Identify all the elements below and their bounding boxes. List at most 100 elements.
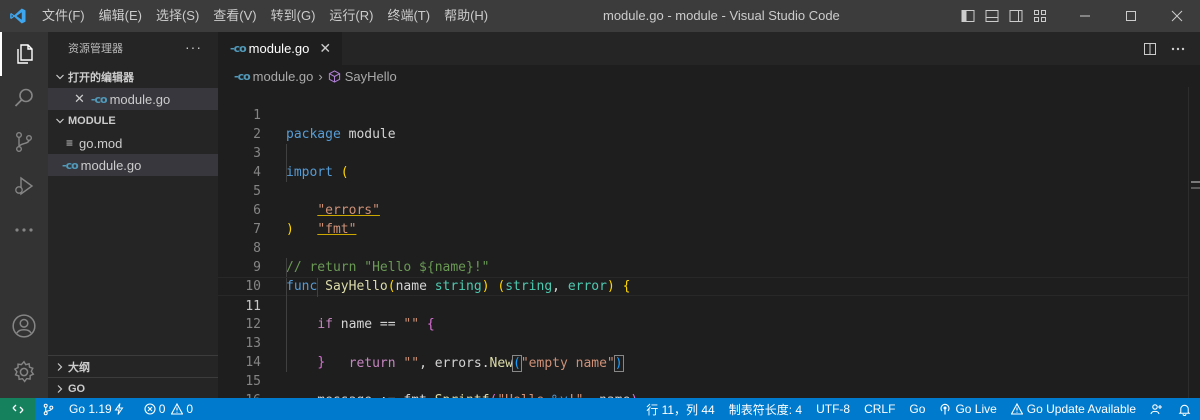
warning-icon: [1010, 403, 1023, 415]
menu-bar: 文件(F) 编辑(E) 选择(S) 查看(V) 转到(G) 运行(R) 终端(T…: [35, 0, 495, 32]
window-title: module.go - module - Visual Studio Code: [603, 8, 840, 23]
toggle-sidebar-icon[interactable]: [956, 0, 980, 32]
code-line: 10 if name == "" {: [218, 258, 1188, 332]
toggle-secondary-sidebar-icon[interactable]: [1004, 0, 1028, 32]
vscode-logo-icon: [0, 0, 35, 32]
editor-tab-bar: -co module.go ✕: [218, 32, 1200, 65]
warning-count: 0: [186, 402, 194, 416]
code-line: 14 message := fmt.Sprintf("Hello %v!", n…: [218, 334, 1188, 398]
open-editor-item[interactable]: ✕ -co module.go: [48, 88, 218, 110]
tab-module-go[interactable]: -co module.go ✕: [218, 32, 342, 65]
warning-icon: [171, 403, 184, 415]
code-line: 4 "errors": [218, 144, 1188, 218]
code-line: 7: [218, 201, 1188, 237]
more-actions-icon[interactable]: ···: [185, 32, 202, 62]
menu-help[interactable]: 帮助(H): [437, 0, 495, 32]
code-line: 12 }: [218, 296, 1188, 370]
git-branch-icon: [42, 403, 55, 416]
language-mode[interactable]: Go: [902, 398, 932, 420]
go-version-item[interactable]: Go 1.19: [62, 398, 131, 420]
chevron-down-icon: [52, 72, 68, 82]
overview-ruler-mark: [1191, 181, 1200, 183]
broadcast-icon: [939, 403, 951, 415]
code-line: 1 package module: [218, 87, 1188, 142]
run-debug-icon[interactable]: [0, 164, 48, 208]
explorer-header: 资源管理器 ···: [48, 32, 218, 64]
outline-section[interactable]: 大纲: [48, 355, 218, 378]
menu-run[interactable]: 运行(R): [322, 0, 380, 32]
title-bar: 文件(F) 编辑(E) 选择(S) 查看(V) 转到(G) 运行(R) 终端(T…: [0, 0, 1200, 32]
go-section[interactable]: GO: [48, 377, 218, 400]
chevron-right-icon: [52, 384, 68, 394]
end-of-line[interactable]: CRLF: [857, 398, 902, 420]
file-name: module.go: [80, 157, 142, 173]
encoding[interactable]: UTF-8: [809, 398, 857, 420]
file-item-module-go[interactable]: -co module.go: [48, 154, 218, 176]
notifications-bell-icon[interactable]: [1171, 398, 1200, 420]
code-line: 15 return message, nil: [218, 353, 1188, 389]
go-file-icon: -co: [62, 158, 79, 172]
outline-label: 大纲: [68, 362, 90, 374]
activity-bar: [0, 32, 48, 398]
menu-edit[interactable]: 编辑(E): [92, 0, 149, 32]
go-file-icon: -co: [234, 69, 251, 83]
breadcrumb-file[interactable]: module.go: [253, 69, 314, 84]
menu-file[interactable]: 文件(F): [35, 0, 92, 32]
breadcrumb-symbol[interactable]: SayHello: [345, 69, 397, 84]
source-control-icon[interactable]: [0, 120, 48, 164]
toggle-panel-icon[interactable]: [980, 0, 1004, 32]
close-editor-icon[interactable]: ✕: [74, 91, 85, 107]
menu-go[interactable]: 转到(G): [264, 0, 323, 32]
indentation[interactable]: 制表符长度: 4: [722, 398, 809, 420]
error-icon: [144, 403, 156, 415]
module-folder-label: MODULE: [68, 115, 116, 127]
go-live-label: Go Live: [955, 402, 997, 416]
feedback-icon[interactable]: [1143, 398, 1171, 420]
code-line: 13: [218, 315, 1188, 351]
go-file-icon: -co: [90, 92, 108, 106]
split-editor-icon[interactable]: [1138, 32, 1162, 65]
go-version-label: Go 1.19: [69, 402, 112, 416]
menu-selection[interactable]: 选择(S): [149, 0, 206, 32]
go-update-label: Go Update Available: [1026, 402, 1136, 416]
problems-item[interactable]: 0 0: [137, 398, 200, 420]
manage-gear-icon[interactable]: [0, 350, 48, 394]
close-window-icon[interactable]: [1154, 0, 1200, 32]
remote-indicator-icon[interactable]: [0, 398, 35, 420]
editor-vertical-scrollbar[interactable]: [1188, 87, 1200, 398]
go-live-item[interactable]: Go Live: [932, 398, 1003, 420]
close-tab-icon[interactable]: ✕: [319, 40, 331, 57]
tab-label: module.go: [248, 41, 310, 56]
code-line: 8 // return "Hello ${name}!": [218, 220, 1188, 275]
breadcrumb: -co module.go › SayHello: [218, 65, 1200, 87]
lightning-icon: [114, 403, 124, 415]
overview-ruler-mark: [1191, 187, 1200, 189]
go-section-label: GO: [68, 383, 86, 395]
chevron-down-icon: [52, 116, 68, 126]
mod-file-icon: ≡: [66, 136, 74, 150]
menu-view[interactable]: 查看(V): [206, 0, 263, 32]
editor-more-actions-icon[interactable]: [1166, 32, 1190, 65]
open-editors-section[interactable]: 打开的编辑器: [48, 66, 218, 88]
accounts-icon[interactable]: [0, 304, 48, 348]
file-item-go-mod[interactable]: ≡ go.mod: [48, 132, 218, 154]
code-editor[interactable]: 1 package module 2 3 import ( 4 "errors"…: [218, 87, 1188, 398]
module-folder-section[interactable]: MODULE: [48, 110, 218, 132]
cursor-position[interactable]: 行 11，列 44: [639, 398, 721, 420]
minimize-icon[interactable]: [1062, 0, 1108, 32]
explorer-title: 资源管理器: [68, 43, 123, 55]
file-name: go.mod: [79, 135, 123, 151]
search-icon[interactable]: [0, 76, 48, 120]
menu-terminal[interactable]: 终端(T): [380, 0, 437, 32]
code-line: 9 func SayHello(name string) (string, er…: [218, 239, 1188, 294]
git-branch-item[interactable]: [35, 398, 62, 420]
current-code-line: 11 return "", errors.New("empty name"): [218, 277, 1188, 372]
explorer-icon[interactable]: [0, 32, 48, 76]
code-line: 16 }: [218, 372, 1188, 398]
maximize-icon[interactable]: [1108, 0, 1154, 32]
more-views-icon[interactable]: [0, 208, 48, 252]
customize-layout-icon[interactable]: [1028, 0, 1052, 32]
status-bar: Go 1.19 0 0 行 11，列 44 制表符长度: 4 UTF-8 CRL…: [0, 398, 1200, 420]
error-count: 0: [158, 402, 166, 416]
go-update-item[interactable]: Go Update Available: [1004, 398, 1143, 420]
